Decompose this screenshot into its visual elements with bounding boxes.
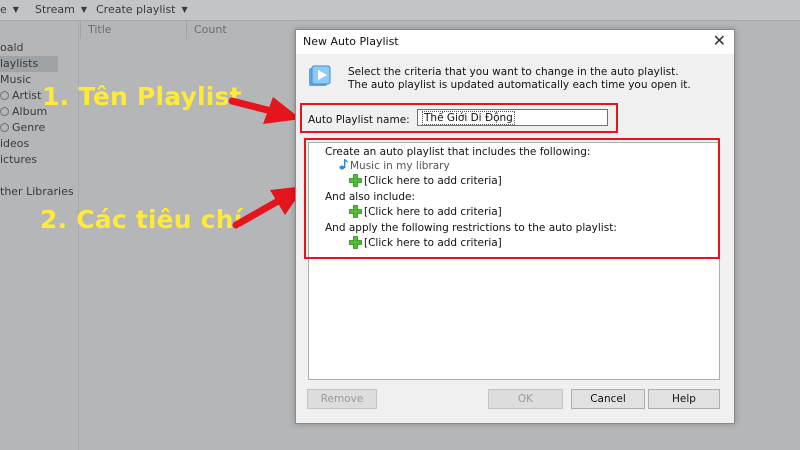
highlight-box-playlist-name: [300, 103, 618, 133]
remove-button[interactable]: Remove: [307, 389, 377, 409]
dialog-titlebar: New Auto Playlist ✕: [296, 30, 734, 54]
dialog-title: New Auto Playlist: [303, 35, 399, 48]
playlist-icon: [309, 65, 331, 86]
close-icon[interactable]: ✕: [713, 31, 726, 50]
ok-button[interactable]: OK: [488, 389, 563, 409]
arrow-icon: [228, 97, 301, 124]
description-line: Select the criteria that you want to cha…: [348, 66, 679, 78]
help-button[interactable]: Help: [648, 389, 720, 409]
description-line: The auto playlist is updated automatical…: [348, 79, 691, 91]
highlight-box-criteria: [304, 138, 720, 259]
cancel-button[interactable]: Cancel: [571, 389, 645, 409]
dialog-description: Select the criteria that you want to cha…: [348, 66, 691, 92]
